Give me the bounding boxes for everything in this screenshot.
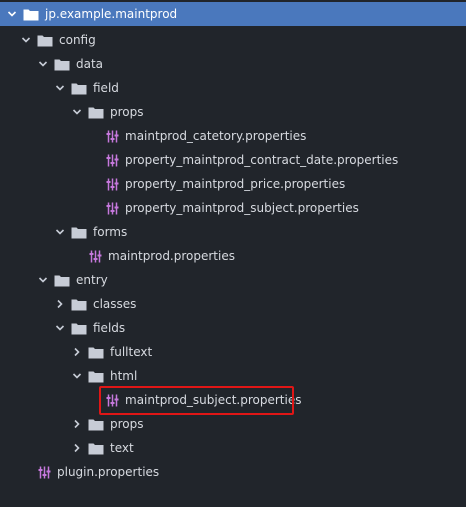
- tree-item-label: field: [93, 81, 119, 95]
- tree-item-property-maintprod-price-properties[interactable]: property_maintprod_price.properties: [0, 172, 466, 196]
- folder-icon: [88, 105, 104, 119]
- tree-item-text[interactable]: text: [0, 436, 466, 460]
- chevron-down-icon[interactable]: [37, 58, 49, 70]
- folder-icon: [54, 273, 70, 287]
- chevron-down-icon[interactable]: [37, 274, 49, 286]
- tree-item-maintprod-catetory-properties[interactable]: maintprod_catetory.properties: [0, 124, 466, 148]
- tree-item-label: maintprod.properties: [108, 249, 235, 263]
- tree-item-label: jp.example.maintprod: [45, 7, 178, 21]
- tree-item-label: entry: [76, 273, 108, 287]
- folder-icon: [23, 7, 39, 21]
- folder-icon: [71, 81, 87, 95]
- tree-item-label: props: [110, 105, 144, 119]
- chevron-down-icon[interactable]: [54, 82, 66, 94]
- tree-item-fulltext[interactable]: fulltext: [0, 340, 466, 364]
- properties-file-icon: [37, 465, 51, 479]
- folder-icon: [71, 321, 87, 335]
- tree-item-props-collapsed[interactable]: props: [0, 412, 466, 436]
- tree-item-props[interactable]: props: [0, 100, 466, 124]
- tree-item-label: plugin.properties: [57, 465, 160, 479]
- folder-icon: [88, 441, 104, 455]
- tree-item-entry[interactable]: entry: [0, 268, 466, 292]
- properties-file-icon: [105, 153, 119, 167]
- chevron-right-icon[interactable]: [71, 346, 83, 358]
- properties-file-icon: [88, 249, 102, 263]
- chevron-down-icon[interactable]: [71, 106, 83, 118]
- tree-item-label: fields: [93, 321, 126, 335]
- tree-item-label: text: [110, 441, 134, 455]
- chevron-down-icon[interactable]: [54, 226, 66, 238]
- tree-item-label: property_maintprod_contract_date.propert…: [125, 153, 399, 167]
- tree-item-jp-example-maintprod[interactable]: jp.example.maintprod: [0, 2, 466, 26]
- tree-item-property-maintprod-contract-date-properties[interactable]: property_maintprod_contract_date.propert…: [0, 148, 466, 172]
- tree-item-label: property_maintprod_price.properties: [125, 177, 346, 191]
- tree-item-label: maintprod_catetory.properties: [125, 129, 307, 143]
- tree-item-classes[interactable]: classes: [0, 292, 466, 316]
- chevron-down-icon[interactable]: [54, 322, 66, 334]
- tree-item-config[interactable]: config: [0, 28, 466, 52]
- properties-file-icon: [105, 129, 119, 143]
- chevron-down-icon[interactable]: [20, 34, 32, 46]
- folder-icon: [37, 33, 53, 47]
- folder-icon: [88, 417, 104, 431]
- chevron-right-icon[interactable]: [71, 418, 83, 430]
- tree-item-label: config: [59, 33, 96, 47]
- chevron-right-icon[interactable]: [71, 442, 83, 454]
- folder-icon: [71, 297, 87, 311]
- tree-item-property-maintprod-subject-properties[interactable]: property_maintprod_subject.properties: [0, 196, 466, 220]
- tree-item-label: fulltext: [110, 345, 153, 359]
- tree-item-label: forms: [93, 225, 128, 239]
- chevron-down-icon[interactable]: [71, 370, 83, 382]
- tree-item-html[interactable]: html: [0, 364, 466, 388]
- tree-item-label: classes: [93, 297, 137, 311]
- chevron-right-icon[interactable]: [54, 298, 66, 310]
- chevron-down-icon[interactable]: [6, 8, 18, 20]
- highlight-box: [99, 386, 294, 415]
- tree-item-label: property_maintprod_subject.properties: [125, 201, 359, 215]
- tree-item-plugin-properties[interactable]: plugin.properties: [0, 460, 466, 484]
- tree-item-label: data: [76, 57, 104, 71]
- folder-icon: [54, 57, 70, 71]
- tree-item-field[interactable]: field: [0, 76, 466, 100]
- properties-file-icon: [105, 177, 119, 191]
- properties-file-icon: [105, 201, 119, 215]
- tree-item-maintprod-properties[interactable]: maintprod.properties: [0, 244, 466, 268]
- tree-item-forms[interactable]: forms: [0, 220, 466, 244]
- folder-icon: [88, 345, 104, 359]
- folder-icon: [71, 225, 87, 239]
- tree-item-data[interactable]: data: [0, 52, 466, 76]
- tree-item-label: props: [110, 417, 144, 431]
- folder-icon: [88, 369, 104, 383]
- tree-item-label: html: [110, 369, 138, 383]
- tree-item-fields[interactable]: fields: [0, 316, 466, 340]
